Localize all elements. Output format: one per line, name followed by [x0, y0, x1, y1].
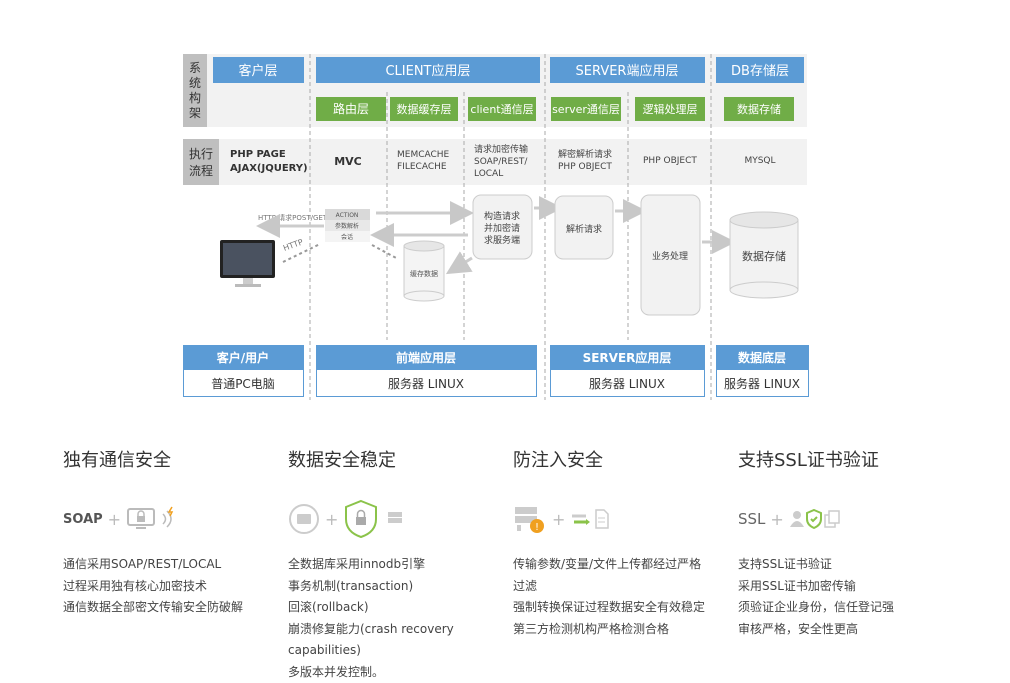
- user-icon: [789, 509, 805, 529]
- http-post-label: HTTP 请求POST/GET: [258, 213, 328, 222]
- feature-comm-security: 独有通信安全 SOAP + 通信采用SOAP/REST/LOCAL 过程采用独有…: [63, 446, 283, 619]
- feature-line: 采用SSL证书加密传输: [738, 576, 958, 598]
- feature-line: 事务机制(transaction): [288, 576, 508, 598]
- exec-client-comm-line: 请求加密传输: [474, 143, 528, 155]
- feature-icons: SOAP +: [63, 502, 283, 536]
- feature-title: 支持SSL证书验证: [738, 446, 958, 472]
- layer-db-label: DB存储层: [731, 64, 789, 79]
- side-label-char: 构: [189, 90, 201, 105]
- flow-arrow: [372, 245, 398, 259]
- bottom-title: 客户/用户: [216, 350, 269, 365]
- sublayer-label: 数据缓存层: [397, 102, 452, 116]
- bottom-title: SERVER应用层: [583, 350, 672, 365]
- soap-icon: SOAP: [63, 512, 103, 527]
- feature-line: 须验证企业身份，信任登记强: [738, 597, 958, 619]
- feature-data-security: 数据安全稳定 + 全数据库采用innodb引擎 事务机制(transaction…: [288, 446, 508, 683]
- business-label: 业务处理: [652, 250, 688, 262]
- transfer-doc-icon: [570, 506, 610, 532]
- cache-label: 缓存数据: [410, 269, 438, 278]
- bottom-sub: 普通PC电脑: [211, 377, 275, 391]
- feature-title: 独有通信安全: [63, 446, 283, 472]
- bottom-title: 数据底层: [738, 350, 786, 365]
- sublayer-label: client通信层: [470, 103, 533, 116]
- sublayer-label: 路由层: [333, 101, 369, 116]
- database-icon: [385, 509, 407, 529]
- build-request-line: 构造请求: [484, 210, 520, 222]
- side-label-char: 系: [189, 61, 201, 75]
- feature-line: 过滤: [513, 576, 733, 598]
- feature-line: 第三方检测机构严格检测合格: [513, 619, 733, 641]
- build-request-line: 求服务端: [484, 234, 520, 246]
- feature-line: 通信采用SOAP/REST/LOCAL: [63, 554, 283, 576]
- feature-icons: SSL +: [738, 502, 958, 536]
- layer-app-label: CLIENT应用层: [385, 63, 470, 79]
- exec-client-line: PHP PAGE: [230, 149, 286, 160]
- exec-server-comm-line: PHP OBJECT: [558, 162, 612, 172]
- exec-client-comm-line: LOCAL: [474, 169, 503, 179]
- feature-line: 多版本并发控制。: [288, 662, 508, 683]
- layer-server-label: SERVER端应用层: [576, 63, 679, 79]
- flow-arrow: [451, 258, 472, 271]
- ssl-icon: SSL: [738, 510, 765, 528]
- plus-icon: +: [770, 510, 783, 529]
- side-label-char: 架: [189, 106, 201, 120]
- feature-line: capabilities): [288, 640, 508, 662]
- svg-text:!: !: [535, 522, 539, 533]
- feature-line: 全数据库采用innodb引擎: [288, 554, 508, 576]
- plus-icon: +: [108, 510, 121, 529]
- sublayer-label: 数据存储: [737, 102, 781, 116]
- param-label: 参数解析: [335, 222, 359, 230]
- bottom-sub: 服务器 LINUX: [724, 376, 800, 391]
- feature-ssl: 支持SSL证书验证 SSL + 支持SSL证书验证 采用SSL证书加密传输 须验…: [738, 446, 958, 640]
- copy-icon: [823, 509, 841, 529]
- bottom-title: 前端应用层: [396, 350, 456, 365]
- monitor-lock-icon: [126, 506, 160, 532]
- http-label: HTTP: [282, 237, 304, 253]
- exec-server-comm-line: 解密解析请求: [558, 148, 612, 160]
- db-store-label: 数据存储: [742, 249, 786, 263]
- shield-lock-icon: [343, 499, 379, 539]
- feature-injection-security: 防注入安全 ! + 传输参数/变量/文件上传都经过严格 过滤 强制转换保证过程数…: [513, 446, 733, 640]
- sublayer-label: server通信层: [552, 103, 620, 116]
- plus-icon: +: [325, 510, 338, 529]
- shield-check-icon: [805, 509, 823, 529]
- computer-icon: [220, 240, 275, 287]
- exec-client-comm-line: SOAP/REST/: [474, 157, 528, 167]
- signal-icon: [160, 506, 178, 532]
- bottom-sub: 服务器 LINUX: [388, 376, 464, 391]
- feature-line: 崩溃修复能力(crash recovery: [288, 619, 508, 641]
- feature-line: 回滚(rollback): [288, 597, 508, 619]
- sublayer-label: 逻辑处理层: [643, 102, 698, 116]
- server-alert-icon: !: [513, 504, 547, 534]
- session-label: 会话: [341, 233, 353, 241]
- feature-icons: +: [288, 502, 508, 536]
- feature-title: 防注入安全: [513, 446, 733, 472]
- feature-line: 通信数据全部密文传输安全防破解: [63, 597, 283, 619]
- feature-title: 数据安全稳定: [288, 446, 508, 472]
- exec-db: MYSQL: [744, 156, 775, 166]
- feature-line: 支持SSL证书验证: [738, 554, 958, 576]
- parse-request-label: 解析请求: [566, 223, 602, 235]
- feature-line: 传输参数/变量/文件上传都经过严格: [513, 554, 733, 576]
- drive-icon: [288, 503, 320, 535]
- feature-line: 过程采用独有核心加密技术: [63, 576, 283, 598]
- exec-cache-line: FILECACHE: [397, 162, 447, 172]
- feature-line: 强制转换保证过程数据安全有效稳定: [513, 597, 733, 619]
- feature-line: 审核严格，安全性更高: [738, 619, 958, 641]
- exec-client-line: AJAX(JQUERY): [230, 163, 308, 174]
- exec-cache-line: MEMCACHE: [397, 150, 450, 160]
- layer-client-label: 客户层: [238, 63, 277, 79]
- exec-route: MVC: [334, 155, 362, 168]
- build-request-line: 并加密请: [484, 222, 520, 234]
- feature-icons: ! +: [513, 502, 733, 536]
- action-label: ACTION: [336, 212, 359, 219]
- exec-label-box: [183, 139, 219, 185]
- exec-label-line: 流程: [189, 163, 213, 178]
- plus-icon: +: [552, 510, 565, 529]
- side-label-char: 统: [189, 76, 201, 90]
- exec-label-line: 执行: [189, 147, 213, 161]
- exec-logic: PHP OBJECT: [643, 156, 697, 166]
- bottom-sub: 服务器 LINUX: [589, 376, 665, 391]
